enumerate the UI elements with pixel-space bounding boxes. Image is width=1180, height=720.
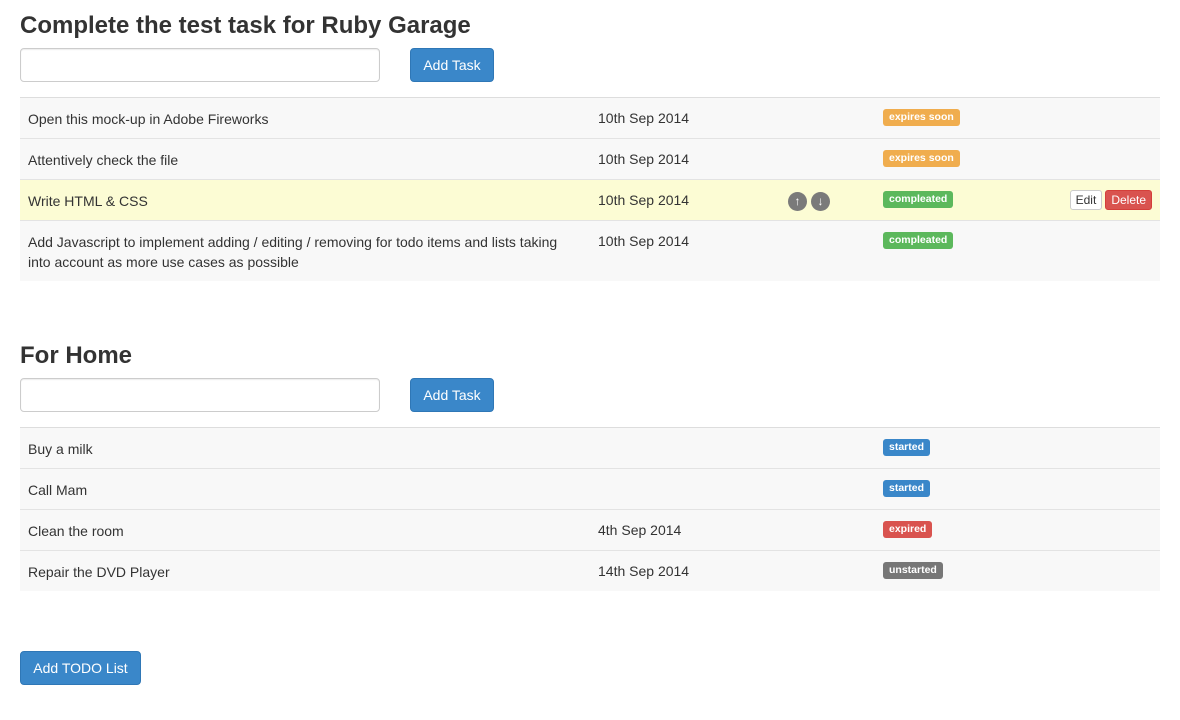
add-task-row: Add Task <box>20 378 1160 412</box>
edit-task-button[interactable]: Edit <box>1069 190 1103 210</box>
task-name: Call Mam <box>28 482 88 498</box>
project-title: For Home <box>20 342 133 369</box>
task-name: Clean the room <box>28 523 124 539</box>
task-list: Open this mock-up in Adobe Fireworks 10t… <box>20 97 1160 281</box>
status-badge: started <box>883 439 931 456</box>
task-deadline: 10th Sep 2014 <box>598 110 690 126</box>
todo-page: Complete the test task for Ruby Garage A… <box>0 0 1180 720</box>
task-actions: Edit Delete <box>1069 190 1152 210</box>
task-name: Add Javascript to implement adding / edi… <box>28 234 558 270</box>
task-deadline: 10th Sep 2014 <box>598 151 690 167</box>
status-badge: unstarted <box>883 562 943 579</box>
task-row[interactable]: Call Mam started <box>20 469 1160 510</box>
status-badge: started <box>883 480 931 497</box>
task-row-selected[interactable]: Write HTML & CSS 10th Sep 2014 ↑ ↓ compl… <box>20 180 1160 221</box>
task-name: Buy a milk <box>28 441 93 457</box>
add-task-button[interactable]: Add Task <box>410 48 494 82</box>
add-todo-list-button[interactable]: Add TODO List <box>20 651 141 685</box>
task-row[interactable]: Repair the DVD Player 14th Sep 2014 unst… <box>20 551 1160 591</box>
task-row[interactable]: Clean the room 4th Sep 2014 expired <box>20 510 1160 551</box>
delete-task-button[interactable]: Delete <box>1105 190 1152 210</box>
project-title: Complete the test task for Ruby Garage <box>20 12 471 39</box>
new-task-input[interactable] <box>20 378 380 412</box>
arrow-up-icon[interactable]: ↑ <box>788 192 807 211</box>
task-name: Attentively check the file <box>28 152 179 168</box>
status-badge: compleated <box>883 232 954 249</box>
task-deadline: 14th Sep 2014 <box>598 563 690 579</box>
add-task-row: Add Task <box>20 48 1160 82</box>
status-badge: expires soon <box>883 150 960 167</box>
project-for-home: For Home Add Task Buy a milk started Cal… <box>20 338 1160 591</box>
task-deadline: 4th Sep 2014 <box>598 522 682 538</box>
arrow-down-icon[interactable]: ↓ <box>811 192 830 211</box>
task-list: Buy a milk started Call Mam started Clea… <box>20 427 1160 591</box>
task-deadline: 10th Sep 2014 <box>598 233 690 249</box>
task-row[interactable]: Attentively check the file 10th Sep 2014… <box>20 139 1160 180</box>
new-task-input[interactable] <box>20 48 380 82</box>
task-deadline: 10th Sep 2014 <box>598 192 690 208</box>
task-row[interactable]: Add Javascript to implement adding / edi… <box>20 221 1160 281</box>
status-badge: expired <box>883 521 933 538</box>
task-name: Repair the DVD Player <box>28 564 170 580</box>
status-badge: compleated <box>883 191 954 208</box>
project-ruby-garage: Complete the test task for Ruby Garage A… <box>20 8 1160 281</box>
add-task-button[interactable]: Add Task <box>410 378 494 412</box>
task-name: Write HTML & CSS <box>28 193 148 209</box>
task-row[interactable]: Open this mock-up in Adobe Fireworks 10t… <box>20 98 1160 139</box>
task-name: Open this mock-up in Adobe Fireworks <box>28 111 269 127</box>
status-badge: expires soon <box>883 109 960 126</box>
task-row[interactable]: Buy a milk started <box>20 428 1160 469</box>
priority-arrows: ↑ ↓ <box>788 192 830 211</box>
